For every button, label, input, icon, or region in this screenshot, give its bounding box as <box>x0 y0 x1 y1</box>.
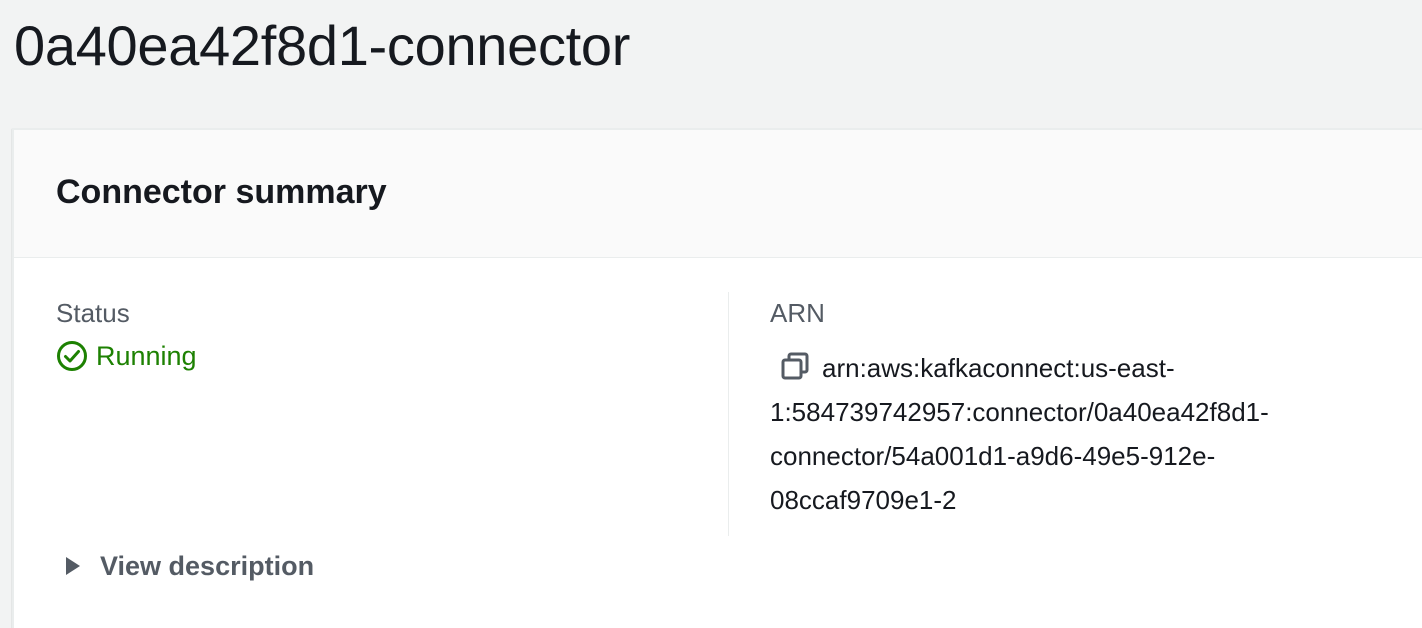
caret-right-icon <box>64 555 82 577</box>
status-indicator: Running <box>56 338 726 374</box>
arn-line-3: connector/54a001d1-a9d6-49e5-912e- <box>770 441 1216 471</box>
connector-summary-panel: Connector summary Status Running ARN arn… <box>12 128 1422 628</box>
panel-header: Connector summary <box>14 130 1422 258</box>
status-value: Running <box>96 341 197 371</box>
arn-label: ARN <box>770 298 825 328</box>
page-title: 0a40ea42f8d1-connector <box>14 14 631 77</box>
arn-line-2: 1:584739742957:connector/0a40ea42f8d1- <box>770 397 1269 427</box>
copy-icon[interactable] <box>780 350 810 380</box>
check-circle-icon <box>56 340 88 372</box>
status-column: Status Running <box>56 294 726 374</box>
arn-column: ARN arn:aws:kafkaconnect:us-east- 1:5847… <box>770 294 1390 522</box>
arn-value: arn:aws:kafkaconnect:us-east- 1:58473974… <box>770 346 1370 522</box>
view-description-expander[interactable]: View description <box>64 548 314 584</box>
arn-line-4: 08ccaf9709e1-2 <box>770 485 957 515</box>
status-label: Status <box>56 298 130 328</box>
panel-title: Connector summary <box>56 173 387 211</box>
arn-line-1: arn:aws:kafkaconnect:us-east- <box>822 353 1175 383</box>
column-divider <box>728 292 729 536</box>
view-description-label: View description <box>100 551 315 581</box>
